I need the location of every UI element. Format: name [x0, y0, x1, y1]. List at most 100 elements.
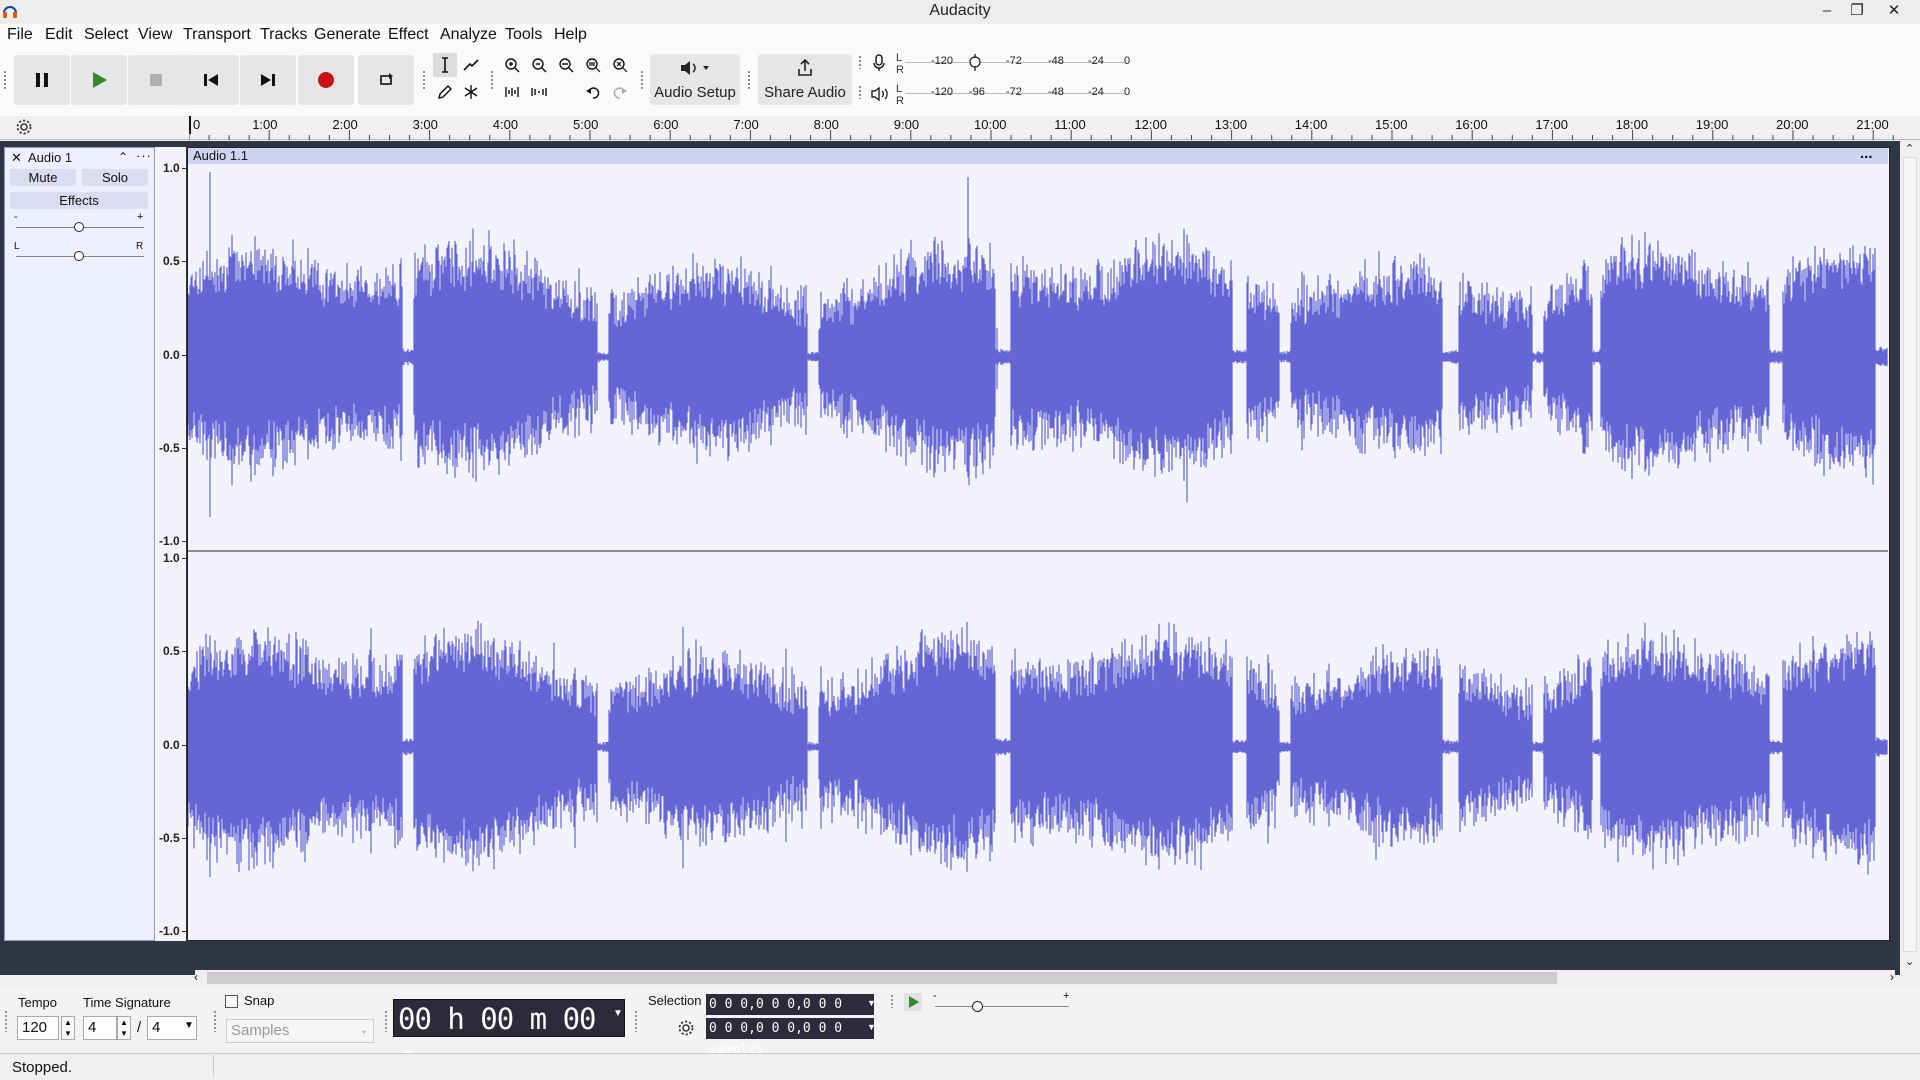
snap-unit-select[interactable]: Samples — [226, 1019, 374, 1043]
scroll-left-icon[interactable]: ‹ — [194, 970, 198, 984]
menu-analyze[interactable]: Analyze — [440, 26, 497, 44]
record-button[interactable] — [298, 55, 354, 105]
clip-header[interactable] — [188, 148, 1888, 164]
play-button[interactable] — [71, 55, 127, 105]
tempo-input[interactable]: 120 — [17, 1016, 59, 1040]
ruler-label: 6:00 — [653, 117, 679, 132]
effects-button[interactable]: Effects — [10, 192, 148, 209]
meter-slider-handle-icon[interactable] — [967, 54, 983, 72]
pause-icon — [36, 73, 48, 87]
close-button[interactable]: ✕ — [1879, 0, 1909, 24]
mute-button[interactable]: Mute — [10, 169, 76, 186]
toolbar-grip[interactable] — [3, 70, 8, 90]
maximize-button[interactable]: ❐ — [1842, 0, 1872, 24]
timeline-settings-gear-icon[interactable] — [15, 118, 33, 136]
gain-slider-handle[interactable] — [74, 222, 84, 232]
selection-tool[interactable] — [433, 53, 457, 77]
skip-to-end-button[interactable] — [240, 55, 296, 105]
amplitude-scale-label: 0.5 — [163, 644, 180, 659]
stop-button[interactable] — [128, 55, 184, 105]
envelope-tool[interactable] — [459, 53, 483, 77]
zoom-toggle-button[interactable] — [608, 53, 632, 77]
time-format-chevron-icon[interactable]: ▼ — [613, 1008, 623, 1019]
skip-to-start-button[interactable] — [183, 55, 239, 105]
selection-start-field[interactable]: 0 0 0,0 0 0,0 0 0 samples — [706, 994, 874, 1033]
menu-tools[interactable]: Tools — [505, 26, 542, 44]
pan-right-label: R — [136, 241, 144, 252]
menu-tracks[interactable]: Tracks — [260, 26, 307, 44]
clip-name[interactable]: Audio 1.1 — [193, 148, 248, 163]
toolbar-grip[interactable] — [213, 1010, 218, 1032]
toolbar-grip[interactable] — [858, 55, 863, 69]
loop-button[interactable] — [358, 55, 414, 105]
toolbar-grip[interactable] — [747, 70, 752, 90]
horizontal-scroll-thumb[interactable] — [207, 972, 1557, 984]
audio-setup-button[interactable]: Audio Setup — [650, 54, 740, 105]
minimize-button[interactable]: – — [1812, 0, 1842, 24]
multi-tool[interactable] — [459, 80, 483, 104]
menu-select[interactable]: Select — [84, 26, 128, 44]
ruler-label: 3:00 — [412, 117, 438, 132]
playback-meter[interactable]: L R -120 -96 -72 -48 -24 0 — [895, 83, 1130, 107]
menu-edit[interactable]: Edit — [45, 26, 73, 44]
track-control-panel[interactable] — [4, 147, 155, 941]
draw-tool[interactable] — [433, 80, 457, 104]
zoom-in-icon — [505, 58, 520, 73]
chevron-down-icon[interactable]: ▼ — [867, 1022, 876, 1032]
record-meter[interactable]: L R -120 -72 -48 -24 0 — [895, 52, 1130, 76]
ruler-label: 12:00 — [1134, 117, 1167, 132]
pause-button[interactable] — [14, 55, 70, 105]
track-name[interactable]: Audio 1 — [28, 150, 72, 165]
time-display[interactable]: 00 h 00 m 00 s — [393, 999, 625, 1074]
toolbar-grip[interactable] — [384, 1010, 389, 1032]
zoom-in-button[interactable] — [500, 53, 524, 77]
silence-audio-icon — [531, 88, 547, 96]
toolbar-grip[interactable] — [634, 1010, 639, 1032]
toolbar-grip[interactable] — [640, 70, 645, 90]
playback-speed-handle[interactable] — [972, 1001, 983, 1012]
selection-end-field[interactable]: 0 0 0,0 0 0,0 0 0 samples — [706, 1018, 874, 1057]
silence-button[interactable] — [527, 80, 551, 104]
toolbar-grip[interactable] — [4, 1010, 9, 1032]
waveform[interactable] — [188, 164, 1888, 940]
redo-button[interactable] — [608, 80, 632, 104]
clip-menu-icon[interactable]: ... — [1860, 145, 1873, 162]
toolbar-grip[interactable] — [490, 70, 495, 90]
menu-transport[interactable]: Transport — [183, 26, 251, 44]
trim-button[interactable] — [500, 80, 524, 104]
menu-help[interactable]: Help — [554, 26, 587, 44]
ts-numerator-spinner[interactable]: ▲ ▼ — [117, 1016, 131, 1040]
solo-button[interactable]: Solo — [82, 169, 148, 186]
snap-checkbox[interactable] — [225, 995, 238, 1008]
pan-slider-handle[interactable] — [74, 251, 84, 261]
close-track-icon[interactable]: ✕ — [11, 150, 22, 166]
menu-generate[interactable]: Generate — [314, 26, 381, 44]
vertical-scroll-thumb[interactable] — [1903, 157, 1917, 952]
playback-speed-slider[interactable] — [935, 1006, 1069, 1007]
microphone-icon[interactable] — [871, 54, 887, 72]
menu-view[interactable]: View — [138, 26, 172, 44]
gain-plus-label: + — [137, 211, 144, 223]
undo-button[interactable] — [581, 80, 605, 104]
ts-numerator-input[interactable]: 4 — [83, 1016, 117, 1040]
collapse-track-icon[interactable]: ⌃ — [118, 150, 128, 164]
fit-selection-button[interactable] — [554, 53, 578, 77]
track-menu-icon[interactable]: ··· — [136, 148, 152, 163]
scroll-right-icon[interactable]: › — [1890, 970, 1894, 984]
tempo-spinner[interactable]: ▲ ▼ — [61, 1016, 75, 1040]
scroll-down-icon[interactable]: ⌄ — [1905, 955, 1914, 968]
menu-effect[interactable]: Effect — [388, 26, 429, 44]
toolbar-grip[interactable] — [858, 85, 863, 99]
selection-settings-gear-icon[interactable] — [677, 1019, 695, 1037]
ruler-label: 14:00 — [1294, 117, 1328, 132]
fit-project-button[interactable] — [581, 53, 605, 77]
scroll-up-icon[interactable]: ⌃ — [1905, 142, 1914, 155]
chevron-down-icon[interactable]: ▼ — [867, 998, 876, 1008]
toolbar-grip[interactable] — [422, 70, 427, 90]
menu-file[interactable]: File — [7, 26, 33, 44]
speaker-icon[interactable] — [870, 86, 890, 102]
play-at-speed-icon[interactable] — [904, 993, 922, 1011]
share-audio-button[interactable]: Share Audio — [758, 54, 852, 105]
toolbar-grip[interactable] — [890, 994, 895, 1008]
zoom-out-button[interactable] — [527, 53, 551, 77]
